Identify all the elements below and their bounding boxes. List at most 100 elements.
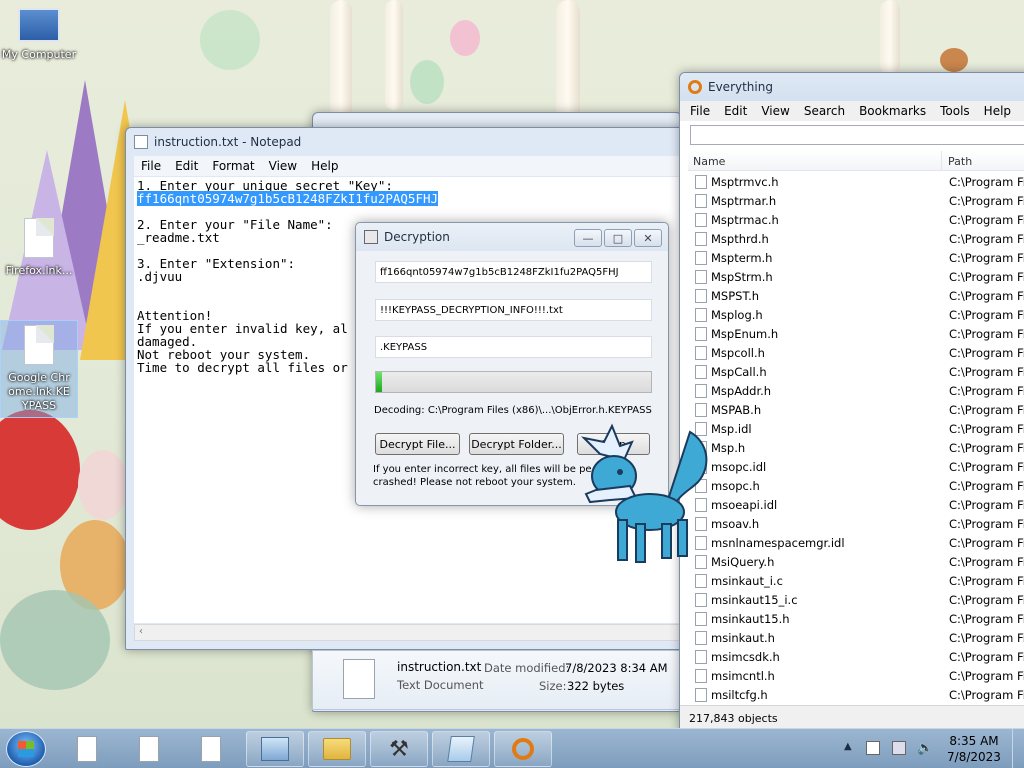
notepad-titlebar[interactable]: instruction.txt - Notepad xyxy=(126,128,684,156)
taskbar-item-tool[interactable]: ⚒ xyxy=(370,731,428,767)
taskbar-item-everything[interactable] xyxy=(494,731,552,767)
minimize-icon: — xyxy=(582,231,594,245)
menu-file[interactable]: File xyxy=(683,104,717,118)
list-item[interactable]: MspStrm.h C:\Program Fi xyxy=(688,267,1024,286)
minimize-button[interactable]: — xyxy=(574,229,602,247)
list-item[interactable]: msinkaut.h C:\Program Fi xyxy=(688,628,1024,647)
file-icon xyxy=(77,736,97,762)
menu-view[interactable]: View xyxy=(262,159,304,173)
menu-search[interactable]: Search xyxy=(797,104,852,118)
taskbar-item-explorer[interactable] xyxy=(308,731,366,767)
menu-help[interactable]: Help xyxy=(304,159,345,173)
close-button[interactable]: ✕ xyxy=(634,229,662,247)
list-item[interactable]: msimcntl.h C:\Program Fi xyxy=(688,666,1024,685)
extension-field[interactable]: .KEYPASS xyxy=(375,336,652,358)
notepad-icon xyxy=(134,135,148,149)
wallpaper-leaf xyxy=(450,20,480,56)
list-item[interactable]: msnlnamespacemgr.idl C:\Program Fi xyxy=(688,533,1024,552)
file-path: C:\Program Fi xyxy=(949,307,1024,322)
action-center-icon[interactable] xyxy=(866,741,880,755)
show-desktop-button[interactable] xyxy=(1012,729,1024,768)
windows-logo-icon xyxy=(18,741,34,757)
network-icon[interactable] xyxy=(892,741,906,755)
tray-overflow-icon[interactable]: ▲ xyxy=(844,741,852,752)
clock-time: 8:35 AM xyxy=(949,734,999,748)
decoding-status: Decoding: C:\Program Files (x86)\...\Obj… xyxy=(374,405,652,416)
file-icon xyxy=(695,573,707,588)
list-item[interactable]: msinkaut_i.c C:\Program Fi xyxy=(688,571,1024,590)
pet-sprite xyxy=(580,423,708,563)
search-input[interactable] xyxy=(690,125,1024,145)
list-item[interactable]: MspCall.h C:\Program Fi xyxy=(688,362,1024,381)
results-list[interactable]: Msptrmvc.h C:\Program Fi Msptrmar.h C:\Prog… xyxy=(688,172,1024,704)
start-button[interactable] xyxy=(6,731,46,767)
list-item[interactable]: MsiQuery.h C:\Program Fi xyxy=(688,552,1024,571)
list-item[interactable]: msoeapi.idl C:\Program Fi xyxy=(688,495,1024,514)
close-icon: ✕ xyxy=(643,231,653,245)
list-item[interactable]: Msptrmar.h C:\Program Fi xyxy=(688,191,1024,210)
list-item[interactable]: msimcsdk.h C:\Program Fi xyxy=(688,647,1024,666)
decrypt-file-button[interactable]: Decrypt File... xyxy=(375,433,460,455)
menu-edit[interactable]: Edit xyxy=(717,104,754,118)
file-path: C:\Program Fi xyxy=(949,231,1024,246)
volume-icon[interactable]: 🔈 xyxy=(917,741,933,756)
desktop-icon-my-computer[interactable]: My Computer xyxy=(0,8,78,62)
menu-format[interactable]: Format xyxy=(205,159,261,173)
file-name: MsiQuery.h xyxy=(711,554,775,569)
list-item[interactable]: msinkaut15_i.c C:\Program Fi xyxy=(688,590,1024,609)
file-icon xyxy=(695,611,707,626)
everything-titlebar[interactable]: Everything xyxy=(680,73,1024,101)
maximize-button[interactable]: □ xyxy=(604,229,632,247)
list-item[interactable]: Msplog.h C:\Program Fi xyxy=(688,305,1024,324)
list-item[interactable]: Mspcoll.h C:\Program Fi xyxy=(688,343,1024,362)
desktop-icon-label: Firefox.lnk... xyxy=(5,264,73,277)
file-icon xyxy=(695,307,707,322)
taskbar-item-file-1[interactable] xyxy=(58,731,116,767)
list-item[interactable]: Mspthrd.h C:\Program Fi xyxy=(688,229,1024,248)
list-item[interactable]: msiltcfg.h C:\Program Fi xyxy=(688,685,1024,704)
taskbar-item-notepad[interactable] xyxy=(432,731,490,767)
file-path: C:\Program Fi xyxy=(949,174,1024,189)
list-item[interactable]: Msp.h C:\Program Fi xyxy=(688,438,1024,457)
list-item[interactable]: MSPST.h C:\Program Fi xyxy=(688,286,1024,305)
taskbar-item-control-panel[interactable] xyxy=(246,731,304,767)
list-item[interactable]: Mspterm.h C:\Program Fi xyxy=(688,248,1024,267)
decrypt-folder-button[interactable]: Decrypt Folder... xyxy=(469,433,564,455)
list-item[interactable]: MspEnum.h C:\Program Fi xyxy=(688,324,1024,343)
file-path: C:\Program Fi xyxy=(949,440,1024,455)
file-path: C:\Program Fi xyxy=(949,269,1024,284)
column-path[interactable]: Path xyxy=(942,151,972,170)
taskbar-item-file-2[interactable] xyxy=(120,731,178,767)
menu-tools[interactable]: Tools xyxy=(933,104,977,118)
list-item[interactable]: Msptrmac.h C:\Program Fi xyxy=(688,210,1024,229)
file-path: C:\Program Fi xyxy=(949,421,1024,436)
list-item[interactable]: msopc.idl C:\Program Fi xyxy=(688,457,1024,476)
list-item[interactable]: msopc.h C:\Program Fi xyxy=(688,476,1024,495)
list-item[interactable]: msinkaut15.h C:\Program Fi xyxy=(688,609,1024,628)
menu-view[interactable]: View xyxy=(754,104,796,118)
list-item[interactable]: MSPAB.h C:\Program Fi xyxy=(688,400,1024,419)
clock[interactable]: 8:35 AM 7/8/2023 xyxy=(944,733,1004,765)
scroll-left-icon[interactable]: ‹ xyxy=(139,626,143,637)
file-icon xyxy=(695,345,707,360)
list-item[interactable]: msoav.h C:\Program Fi xyxy=(688,514,1024,533)
key-field[interactable]: ff166qnt05974w7g1b5cB1248FZkI1fu2PAQ5FHJ xyxy=(375,261,652,283)
file-path: C:\Program Fi xyxy=(949,668,1024,683)
list-item[interactable]: Msp.idl C:\Program Fi xyxy=(688,419,1024,438)
menu-help[interactable]: Help xyxy=(977,104,1018,118)
desktop-icon-chrome-lnk[interactable]: Google Chrome.lnk.KEYPASS xyxy=(0,320,78,418)
horizontal-scrollbar[interactable]: ‹ xyxy=(134,624,682,641)
menu-file[interactable]: File xyxy=(134,159,168,173)
desktop-icon-firefox-lnk[interactable]: Firefox.lnk... xyxy=(0,218,78,278)
list-item[interactable]: MspAddr.h C:\Program Fi xyxy=(688,381,1024,400)
menu-edit[interactable]: Edit xyxy=(168,159,205,173)
column-name[interactable]: Name xyxy=(688,151,942,170)
file-name: msnlnamespacemgr.idl xyxy=(711,535,845,550)
file-icon xyxy=(695,250,707,265)
explorer-details-pane: instruction.txt Text Document Date modif… xyxy=(312,650,680,710)
taskbar-item-file-3[interactable] xyxy=(182,731,240,767)
list-item[interactable]: Msptrmvc.h C:\Program Fi xyxy=(688,172,1024,191)
menu-bookmarks[interactable]: Bookmarks xyxy=(852,104,933,118)
filename-field[interactable]: !!!KEYPASS_DECRYPTION_INFO!!!.txt xyxy=(375,299,652,321)
file-icon xyxy=(695,687,707,702)
